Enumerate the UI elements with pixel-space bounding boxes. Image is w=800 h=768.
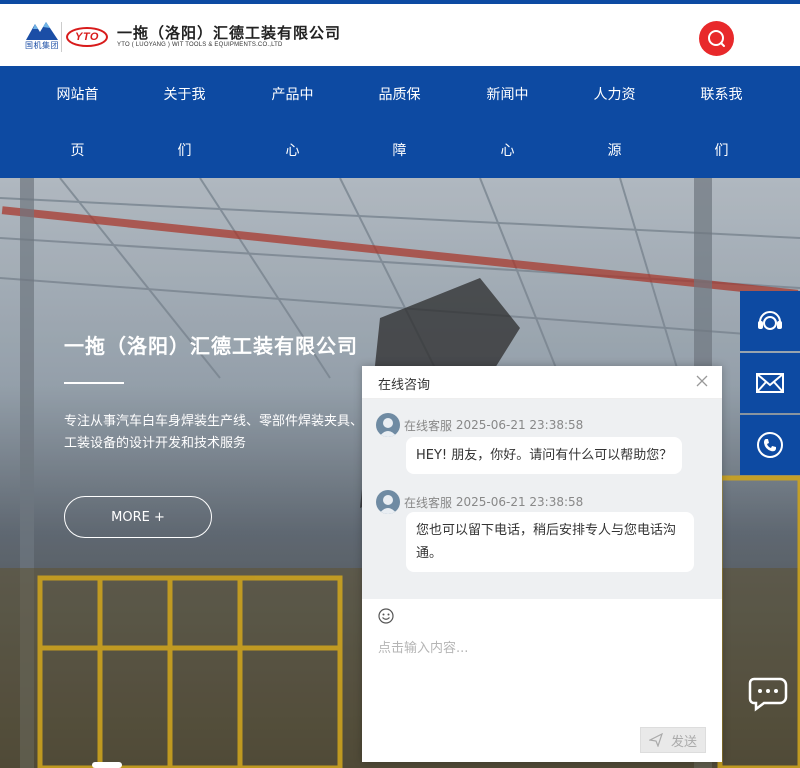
nav-item-about[interactable]: 关于我 们 (131, 66, 238, 178)
nav-item-products[interactable]: 产品中 心 (239, 66, 346, 178)
chat-bubble-icon (748, 677, 788, 712)
yto-logo[interactable]: YTO (66, 27, 108, 47)
chat-launcher-button[interactable] (740, 660, 800, 726)
company-name-cn: 一拖（洛阳）汇德工装有限公司 (117, 24, 342, 42)
more-button[interactable]: MORE + (64, 496, 212, 538)
nav-label-line2: 们 (714, 143, 729, 159)
yto-logo-text: YTO (75, 31, 99, 43)
agent-avatar (376, 413, 400, 437)
slider-dot-active[interactable] (92, 762, 122, 768)
nav-label-line1: 关于我 (163, 87, 206, 103)
message-time: 2025-06-21 23:38:58 (455, 495, 584, 509)
nav-label-line1: 产品中 (271, 87, 314, 103)
chat-window: 在线咨询 在线客服 2025-06-21 23:38:58 HEY! 朋友，你好… (362, 366, 722, 762)
send-button[interactable]: 发送 (640, 727, 706, 753)
nav-item-hr[interactable]: 人力资 源 (561, 66, 668, 178)
nav-label-line2: 页 (70, 143, 85, 159)
emoji-icon[interactable] (378, 608, 394, 624)
message-meta: 在线客服 2025-06-21 23:38:58 (376, 490, 583, 514)
nav-item-home[interactable]: 网站首 页 (24, 66, 131, 178)
logo-divider (61, 22, 62, 52)
nav-label-line2: 心 (500, 143, 515, 159)
nav-item-news[interactable]: 新闻中 心 (454, 66, 561, 178)
side-toolbar (740, 291, 800, 477)
agent-avatar-icon (379, 418, 397, 437)
main-nav: 网站首 页 关于我 们 产品中 心 品质保 障 新闻中 心 人力资 源 联系我 … (0, 66, 800, 178)
group-logo[interactable]: 国机集团 (24, 20, 60, 54)
group-logo-caption: 国机集团 (25, 41, 59, 50)
nav-label-line2: 们 (177, 143, 192, 159)
nav-label-line1: 人力资 (593, 87, 636, 103)
nav-label-line2: 源 (607, 143, 622, 159)
search-icon (708, 30, 725, 47)
send-icon (648, 733, 663, 747)
mail-button[interactable] (740, 353, 800, 413)
nav-item-quality[interactable]: 品质保 障 (346, 66, 453, 178)
agent-avatar-icon (379, 495, 397, 514)
nav-label-line1: 新闻中 (486, 87, 529, 103)
chat-title: 在线咨询 (378, 378, 431, 393)
customer-service-button[interactable] (740, 291, 800, 351)
mountain-logo-icon (26, 22, 58, 40)
company-name-en: YTO ( LUOYANG ) WIT TOOLS & EQUIPMENTS.C… (117, 42, 283, 48)
hero-title: 一拖（洛阳）汇德工装有限公司 (64, 334, 358, 358)
search-button[interactable] (699, 21, 734, 56)
chat-input-area: 点击输入内容... 发送 (362, 599, 722, 762)
mail-icon (756, 373, 784, 393)
nav-label-line1: 网站首 (56, 87, 99, 103)
nav-label-line2: 心 (285, 143, 300, 159)
message-meta: 在线客服 2025-06-21 23:38:58 (376, 413, 583, 437)
phone-icon (757, 432, 783, 458)
site-header: 国机集团 YTO 一拖（洛阳）汇德工装有限公司 YTO ( LUOYANG ) … (0, 4, 800, 66)
nav-label-line1: 联系我 (700, 87, 743, 103)
close-icon[interactable] (696, 375, 708, 387)
message-time: 2025-06-21 23:38:58 (455, 418, 584, 432)
message-sender: 在线客服 (404, 495, 453, 510)
customer-service-icon (758, 311, 782, 330)
send-label: 发送 (670, 734, 697, 750)
chat-input[interactable]: 点击输入内容... (378, 637, 468, 656)
message-sender: 在线客服 (404, 418, 453, 433)
hero-divider (64, 382, 124, 384)
phone-button[interactable] (740, 415, 800, 475)
message-bubble: HEY! 朋友，你好。请问有什么可以帮助您？ (406, 437, 683, 474)
chat-header: 在线咨询 (362, 366, 722, 399)
nav-label-line1: 品质保 (378, 87, 421, 103)
message-bubble: 您也可以留下电话，稍后安排专人与您电话沟通。 (406, 512, 694, 572)
chat-messages: 在线客服 2025-06-21 23:38:58 HEY! 朋友，你好。请问有什… (362, 399, 722, 599)
nav-label-line2: 障 (392, 143, 407, 159)
hero-description: 专注从事汽车白车身焊装生产线、零部件焊装夹具、工装设备的设计开发和技术服务 (64, 414, 364, 451)
nav-item-contact[interactable]: 联系我 们 (668, 66, 775, 178)
agent-avatar (376, 490, 400, 514)
